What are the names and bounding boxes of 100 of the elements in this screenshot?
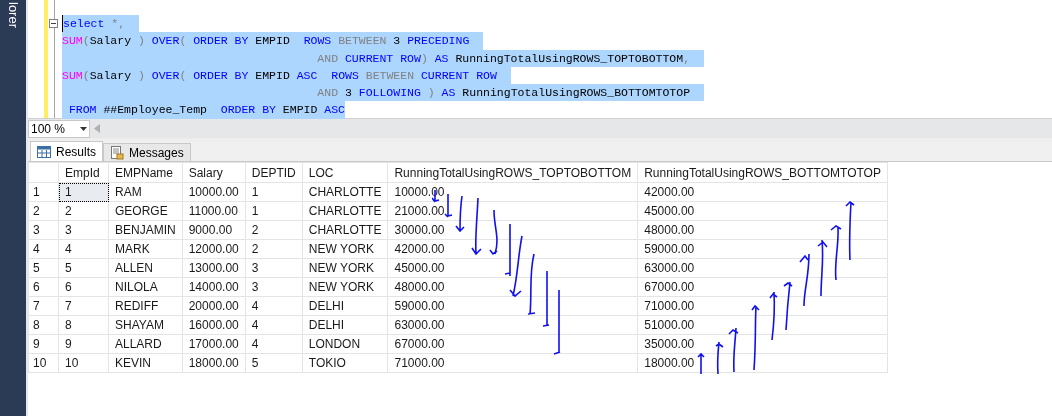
table-cell: GEORGE <box>108 201 183 221</box>
column-header[interactable]: RunningTotalUsingROWS_TOPTOBOTTOM <box>387 162 638 183</box>
table-cell: REDIFF <box>108 296 183 316</box>
zoom-dropdown[interactable]: 100 % <box>28 119 90 138</box>
table-cell: 48000.00 <box>387 277 638 297</box>
table-cell: KEVIN <box>108 353 183 373</box>
table-cell: 12000.00 <box>182 239 246 259</box>
handwritten-arrow <box>697 352 705 375</box>
table-cell: ALLEN <box>108 258 183 278</box>
table-cell: 13000.00 <box>182 258 246 278</box>
column-header[interactable]: EmpId <box>58 162 109 183</box>
table-cell: 2 <box>58 201 109 221</box>
row-number: 5 <box>28 258 59 278</box>
row-number: 10 <box>28 353 59 373</box>
table-cell: 59000.00 <box>387 296 638 316</box>
table-cell: 10 <box>58 353 109 373</box>
table-cell: ALLARD <box>108 334 183 354</box>
dropdown-caret-icon <box>80 126 87 131</box>
handwritten-arrow <box>830 225 842 281</box>
table-cell: 71000.00 <box>637 296 888 316</box>
table-cell: 3 <box>245 277 303 297</box>
table-cell: 6 <box>58 277 109 297</box>
table-cell: 63000.00 <box>387 315 638 335</box>
table-cell: CHARLOTTE <box>302 201 388 221</box>
table-cell: 42000.00 <box>637 182 888 202</box>
table-cell: 5 <box>245 353 303 373</box>
column-header[interactable]: RunningTotalUsingROWS_BOTTOMTOTOP <box>637 162 888 183</box>
table-cell: 67000.00 <box>387 334 638 354</box>
column-header[interactable]: LOC <box>302 162 388 183</box>
handwritten-arrow <box>728 327 739 373</box>
handwritten-arrow <box>455 195 465 232</box>
column-header[interactable]: DEPTID <box>245 162 303 183</box>
table-cell: 3 <box>58 220 109 240</box>
messages-tab[interactable]: Messages <box>103 143 191 161</box>
handwritten-arrow <box>527 253 536 315</box>
table-cell: 45000.00 <box>637 201 888 221</box>
table-cell: 59000.00 <box>637 239 888 259</box>
table-cell: 20000.00 <box>182 296 246 316</box>
table-cell: 3 <box>245 258 303 278</box>
row-number: 3 <box>28 220 59 240</box>
message-document-icon <box>110 145 124 160</box>
table-cell: 10000.00 <box>182 182 246 202</box>
table-cell: 1 <box>245 182 303 202</box>
table-cell: 71000.00 <box>387 353 638 373</box>
handwritten-arrow <box>751 305 760 371</box>
column-header[interactable]: EMPName <box>108 162 183 183</box>
column-header[interactable]: Salary <box>182 162 246 183</box>
row-number: 2 <box>28 201 59 221</box>
table-cell: DELHI <box>302 296 388 316</box>
table-cell: 10000.00 <box>387 182 638 202</box>
table-cell: 30000.00 <box>387 220 638 240</box>
row-number: 4 <box>28 239 59 259</box>
row-number: 8 <box>28 315 59 335</box>
results-tab[interactable]: Results <box>30 141 103 161</box>
table-cell: 11000.00 <box>182 201 246 221</box>
table-cell: 18000.00 <box>637 353 888 373</box>
table-cell: 16000.00 <box>182 315 246 335</box>
row-number: 9 <box>28 334 59 354</box>
table-cell: BENJAMIN <box>108 220 183 240</box>
table-cell: NEW YORK <box>302 239 388 259</box>
table-cell: 4 <box>245 334 303 354</box>
grid-icon <box>37 145 51 158</box>
handwritten-arrow <box>715 341 724 375</box>
table-cell: 1 <box>245 201 303 221</box>
row-number: 7 <box>28 296 59 316</box>
table-cell: 5 <box>58 258 109 278</box>
table-cell: RAM <box>108 182 183 202</box>
handwritten-arrow <box>817 239 828 297</box>
table-cell: 35000.00 <box>637 334 888 354</box>
side-panel-title[interactable]: lorer <box>6 2 20 416</box>
table-cell: MARK <box>108 239 183 259</box>
collapse-icon[interactable] <box>49 19 58 28</box>
table-cell: 8 <box>58 315 109 335</box>
handwritten-arrow <box>769 291 778 341</box>
handwritten-arrow <box>799 253 810 307</box>
table-cell: 4 <box>245 315 303 335</box>
table-cell: 4 <box>245 296 303 316</box>
table-cell: 48000.00 <box>637 220 888 240</box>
table-cell: 63000.00 <box>637 258 888 278</box>
row-number: 6 <box>28 277 59 297</box>
table-cell: 2 <box>245 220 303 240</box>
table-cell: NEW YORK <box>302 258 388 278</box>
table-cell: 4 <box>58 239 109 259</box>
table-cell: LONDON <box>302 334 388 354</box>
table-cell: 9000.00 <box>182 220 246 240</box>
table-cell: 67000.00 <box>637 277 888 297</box>
table-cell: 17000.00 <box>182 334 246 354</box>
handwritten-arrow <box>489 209 498 255</box>
table-cell: 42000.00 <box>387 239 638 259</box>
handwritten-arrow <box>845 201 855 261</box>
table-cell: CHARLOTTE <box>302 182 388 202</box>
table-cell: SHAYAM <box>108 315 183 335</box>
table-cell: NILOLA <box>108 277 183 297</box>
handwritten-arrow <box>471 197 482 255</box>
table-cell: 21000.00 <box>387 201 638 221</box>
table-cell: 45000.00 <box>387 258 638 278</box>
table-cell: 14000.00 <box>182 277 246 297</box>
table-cell: 2 <box>245 239 303 259</box>
handwritten-arrow <box>783 281 793 331</box>
table-cell: TOKIO <box>302 353 388 373</box>
